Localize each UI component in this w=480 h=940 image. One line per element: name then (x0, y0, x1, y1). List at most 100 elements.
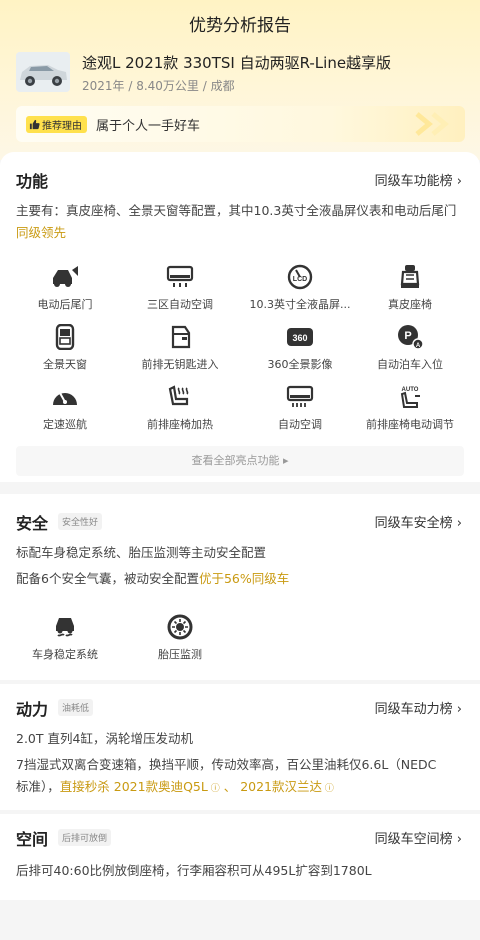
caret-right-icon: ▸ (282, 454, 289, 467)
thumbs-up-icon (29, 119, 40, 130)
compare-car-link[interactable]: 2021款汉兰达 ⓘ (240, 779, 334, 794)
safety-section: 安全 安全性好 同级车安全榜 › 标配车身稳定系统、胎压监测等主动安全配置 配备… (0, 494, 480, 680)
feature-label: 前排无钥匙进入 (141, 358, 219, 371)
power-tag: 油耗低 (58, 699, 94, 716)
space-section: 空间 后排可放倒 同级车空间榜 › 后排可40:60比例放倒座椅，行李厢容积可从… (0, 814, 480, 900)
feature-item[interactable]: 电动后尾门 (5, 264, 125, 312)
safety-line-2: 配备6个安全气囊，被动安全配置优于56%同级车 (16, 568, 289, 590)
bottom-spacer (0, 900, 480, 940)
power-section: 动力 油耗低 同级车动力榜 › 2.0T 直列4缸，涡轮增压发动机 7挡湿式双离… (0, 684, 480, 810)
keyless-entry-icon (171, 325, 191, 349)
car-meta: 2021年 / 8.40万公里 / 成都 (82, 79, 235, 93)
space-ranking-label: 同级车空间榜 (374, 832, 453, 847)
feature-item[interactable]: 三区自动空调 (120, 264, 240, 312)
chevron-right-icon: › (456, 174, 462, 189)
safety-tag: 安全性好 (58, 513, 103, 530)
power-line-3-prefix: 标准）， (16, 779, 60, 794)
safety-feature-item[interactable]: 车身稳定系统 (5, 614, 125, 662)
svg-text:360: 360 (292, 333, 307, 343)
page-title: 优势分析报告 (189, 16, 291, 36)
function-ranking-link[interactable]: 同级车功能榜 › (375, 170, 462, 189)
car-name: 途观L 2021款 330TSI 自动两驱R-Line越享版 (82, 54, 392, 72)
safety-feature-item[interactable]: 胎压监测 (120, 614, 240, 662)
view-all-features-label: 查看全部亮点功能 (191, 454, 280, 467)
function-section: 功能 同级车功能榜 › 主要有：真皮座椅、全景天窗等配置，其中10.3英寸全液晶… (0, 152, 480, 482)
power-ranking-link[interactable]: 同级车动力榜 › (375, 698, 462, 717)
power-compare-lead: 直接秒杀 (59, 779, 110, 794)
function-ranking-label: 同级车功能榜 (374, 174, 453, 189)
function-desc-text: 主要有：真皮座椅、全景天窗等配置，其中10.3英寸全液晶屏仪表和电动后尾门 (16, 203, 457, 218)
safety-feature-label: 车身稳定系统 (32, 648, 98, 661)
svg-text:LCD: LCD (293, 276, 307, 283)
recommend-reason: 推荐理由 属于个人一手好车 (16, 106, 465, 142)
feature-label: 前排座椅加热 (147, 418, 213, 431)
chevron-right-icon: › (456, 702, 462, 717)
power-line-2-text: 7挡湿式双离合变速箱，换挡平顺，传动效率高，百公里油耗仅6.6L（NEDC (16, 757, 437, 772)
feature-label: 三区自动空调 (147, 298, 213, 311)
view-all-features-button[interactable]: 查看全部亮点功能 ▸ (16, 446, 464, 476)
space-line-1: 后排可40:60比例放倒座椅，行李厢容积可从495L扩容到1780L (16, 863, 372, 878)
compare-car-1: 2021款奥迪Q5L (113, 779, 208, 794)
safety-line-2-text: 配备6个安全气囊，被动安全配置 (16, 571, 199, 586)
function-desc-highlight: 同级领先 (16, 225, 67, 240)
feature-item[interactable]: 真皮座椅 (350, 264, 470, 312)
feature-label: 全景天窗 (43, 358, 87, 371)
power-line-2: 7挡湿式双离合变速箱，换挡平顺，传动效率高，百公里油耗仅6.6L（NEDC 标准… (16, 754, 468, 800)
stability-control-icon (56, 618, 74, 637)
camera-360-icon: 360 (287, 328, 313, 346)
cruise-control-icon (53, 392, 77, 405)
chevron-decoration-icon (415, 112, 449, 136)
space-tag: 后排可放倒 (58, 829, 112, 846)
feature-label: 电动后尾门 (37, 298, 93, 311)
recommend-reason-text: 属于个人一手好车 (96, 119, 201, 134)
feature-item[interactable]: 全景天窗 (5, 324, 125, 372)
sunroof-icon (55, 324, 75, 350)
tire-pressure-icon (167, 614, 193, 640)
compare-car-2: 2021款汉兰达 (240, 779, 323, 794)
power-seat-icon: AUTO (400, 387, 420, 408)
feature-label: 自动空调 (278, 418, 322, 431)
power-title: 动力 (16, 700, 49, 719)
svg-text:A: A (416, 343, 421, 349)
auto-park-icon: P A (398, 325, 424, 350)
space-ranking-link[interactable]: 同级车空间榜 › (375, 828, 462, 847)
feature-item[interactable]: 前排座椅加热 (120, 384, 240, 432)
function-description: 主要有：真皮座椅、全景天窗等配置，其中10.3英寸全液晶屏仪表和电动后尾门同级领… (16, 200, 466, 244)
recommend-badge: 推荐理由 (26, 116, 87, 133)
car-thumbnail[interactable] (16, 52, 70, 92)
feature-label: 自动泊车入位 (377, 358, 443, 371)
feature-label: 真皮座椅 (388, 298, 432, 311)
report-header: 优势分析报告 途观L 2021款 330TSI 自动两驱R-Line越享版 20… (0, 0, 480, 160)
feature-label: 前排座椅电动调节 (366, 418, 454, 431)
safety-ranking-link[interactable]: 同级车安全榜 › (375, 512, 462, 531)
auto-ac-icon (286, 385, 314, 407)
compare-car-link[interactable]: 2021款奥迪Q5L ⓘ (114, 779, 220, 794)
power-tailgate-icon (53, 266, 78, 287)
safety-line-1: 标配车身稳定系统、胎压监测等主动安全配置 (16, 545, 267, 560)
feature-item[interactable]: LCD 10.3英寸全液晶屏... (240, 264, 360, 312)
power-separator: 、 (223, 779, 237, 794)
safety-ranking-label: 同级车安全榜 (374, 516, 453, 531)
lcd-cluster-icon: LCD (287, 264, 313, 290)
climate-zone-icon (166, 265, 194, 287)
feature-item[interactable]: AUTO 前排座椅电动调节 (350, 384, 470, 432)
feature-item[interactable]: P A 自动泊车入位 (350, 324, 470, 372)
feature-label: 10.3英寸全液晶屏... (249, 298, 351, 311)
safety-feature-label: 胎压监测 (158, 648, 202, 661)
chevron-circle-icon: ⓘ (322, 784, 334, 794)
feature-item[interactable]: 360 360全景影像 (240, 324, 360, 372)
seat-heating-icon (168, 385, 189, 406)
svg-text:AUTO: AUTO (402, 387, 419, 393)
chevron-circle-icon: ⓘ (207, 784, 220, 794)
feature-item[interactable]: 定速巡航 (5, 384, 125, 432)
function-title: 功能 (16, 172, 49, 191)
space-title: 空间 (16, 830, 49, 849)
leather-seat-icon (400, 265, 420, 288)
feature-item[interactable]: 前排无钥匙进入 (120, 324, 240, 372)
chevron-right-icon: › (456, 832, 462, 847)
feature-label: 定速巡航 (43, 418, 87, 431)
power-ranking-label: 同级车动力榜 (374, 702, 453, 717)
power-line-1: 2.0T 直列4缸，涡轮增压发动机 (16, 731, 193, 746)
chevron-right-icon: › (456, 516, 462, 531)
feature-item[interactable]: 自动空调 (240, 384, 360, 432)
